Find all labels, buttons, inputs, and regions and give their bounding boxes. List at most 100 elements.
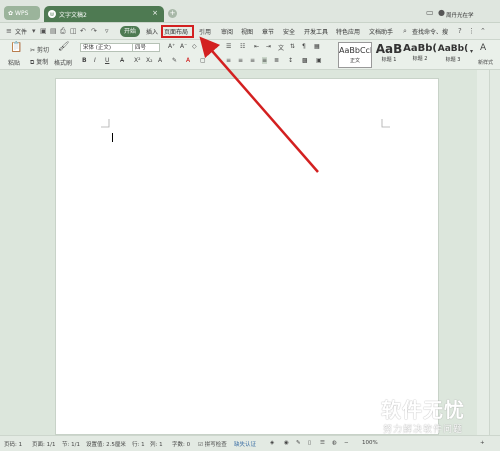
chinese-layout-icon[interactable]: 文 (278, 43, 284, 52)
font-color-icon[interactable]: A (186, 57, 190, 64)
close-tab-icon[interactable]: × (152, 9, 158, 17)
styles-more-icon[interactable]: ▾ (470, 48, 473, 55)
menu-file[interactable]: 文件 (15, 27, 27, 36)
redo-icon[interactable]: ↷ (91, 27, 97, 35)
search-icon[interactable]: ⌕ (403, 27, 407, 36)
certification-link[interactable]: 缺失认证 (234, 440, 256, 448)
clear-format-icon[interactable]: ◇ (192, 43, 197, 50)
paste-icon[interactable]: 📋 (10, 42, 22, 53)
status-column[interactable]: 列: 1 (150, 440, 163, 448)
shrink-font-icon[interactable]: A⁻ (180, 43, 187, 50)
export-pdf-icon[interactable]: ▤ (50, 27, 57, 35)
paste-button[interactable]: 粘贴 (8, 58, 20, 67)
save-icon[interactable]: ▣ (40, 27, 47, 35)
eye-protect-icon[interactable]: ◉ (284, 440, 289, 446)
sort-icon[interactable]: ⇅ (290, 43, 295, 50)
customize-icon[interactable]: ▿ (105, 27, 109, 35)
status-setting-value[interactable]: 设置值: 2.5厘米 (86, 440, 126, 448)
status-row[interactable]: 行: 1 (132, 440, 145, 448)
tab-review[interactable]: 审阅 (221, 27, 233, 36)
distribute-icon[interactable]: ≣ (274, 57, 279, 64)
spell-check-toggle[interactable]: ☑ 拼写检查 (198, 440, 227, 448)
strikethrough-icon[interactable]: A̶ (120, 57, 124, 64)
bullet-list-icon[interactable]: ☰ (226, 43, 231, 50)
zoom-out-icon[interactable]: − (344, 440, 349, 446)
page-layout-highlight-box (161, 25, 194, 38)
user-name[interactable]: 周丹光在学 (446, 11, 474, 19)
print-icon[interactable]: ⎙ (60, 27, 66, 36)
font-size-select[interactable]: 四号 (132, 43, 160, 52)
format-painter-icon[interactable]: 🖌 (58, 42, 69, 52)
new-style-icon[interactable]: A (480, 43, 486, 53)
zoom-level[interactable]: 100% (362, 440, 378, 446)
pinyin-icon[interactable]: 文 (205, 43, 211, 52)
add-tab-button[interactable]: + (168, 9, 177, 18)
highlight-icon[interactable]: ✎ (172, 57, 177, 64)
collapse-ribbon-icon[interactable]: ⌃ (480, 27, 486, 35)
style-heading-2[interactable]: AaBb( 标题 2 (403, 42, 437, 68)
subscript-icon[interactable]: X₂ (146, 57, 153, 64)
help-icon[interactable]: ? (458, 27, 462, 35)
line-spacing-icon[interactable]: ↕ (288, 57, 293, 64)
tab-insert[interactable]: 插入 (146, 27, 158, 36)
task-pane-strip (477, 70, 489, 435)
status-section[interactable]: 节: 1/1 (62, 440, 80, 448)
page-view-icon[interactable]: ▯ (308, 440, 311, 446)
tab-start[interactable]: 开始 (120, 26, 140, 37)
align-center-icon[interactable]: ≡ (238, 57, 243, 64)
avatar[interactable]: ● (438, 8, 445, 17)
tab-section[interactable]: 章节 (262, 27, 274, 36)
wps-home-tab[interactable]: ✿ WPS (4, 6, 40, 20)
tab-security[interactable]: 安全 (283, 27, 295, 36)
cut-button[interactable]: ✂ 剪切 (30, 45, 49, 54)
outline-view-icon[interactable]: ☰ (320, 440, 325, 446)
document-page[interactable] (55, 78, 439, 435)
superscript-icon[interactable]: X² (134, 57, 141, 64)
vertical-scrollbar[interactable] (489, 70, 500, 435)
tab-dev-tools[interactable]: 开发工具 (304, 27, 328, 36)
tab-doc-helper[interactable]: 文档助手 (369, 27, 393, 36)
text-effect-icon[interactable]: A (158, 57, 162, 64)
increase-indent-icon[interactable]: ⇥ (266, 43, 271, 50)
char-border-icon[interactable]: ▢ (200, 57, 206, 64)
status-page-number[interactable]: 页码: 1 (4, 440, 22, 448)
checkbox-icon: ☑ (198, 442, 203, 448)
decrease-indent-icon[interactable]: ⇤ (254, 43, 259, 50)
bold-icon[interactable]: B (82, 57, 87, 64)
tab-list-icon[interactable]: ▭ (426, 8, 434, 17)
tab-special-apps[interactable]: 特色应用 (336, 27, 360, 36)
zoom-in-icon[interactable]: + (480, 440, 485, 446)
style-heading-1[interactable]: AaB 标题 1 (372, 42, 406, 68)
format-painter-button[interactable]: 格式刷 (54, 58, 72, 67)
pen-icon[interactable]: ✎ (296, 440, 301, 446)
web-view-icon[interactable]: ◍ (332, 440, 337, 446)
hamburger-icon[interactable]: ≡ (6, 27, 12, 35)
style-normal[interactable]: AaBbCcDd 正文 (338, 42, 372, 68)
tab-references[interactable]: 引用 (199, 27, 211, 36)
shading-icon[interactable]: ▩ (302, 57, 308, 64)
print-preview-icon[interactable]: ◫ (70, 27, 77, 35)
justify-icon[interactable]: ≡ (262, 57, 268, 64)
document-tab[interactable]: W 文字文稿2 × (44, 6, 164, 22)
grow-font-icon[interactable]: A⁺ (168, 43, 175, 50)
border-icon[interactable]: ▣ (316, 57, 322, 64)
protect-icon[interactable]: ◈ (270, 440, 274, 446)
scissors-icon: ✂ (30, 47, 36, 54)
align-left-icon[interactable]: ≡ (226, 57, 231, 64)
italic-icon[interactable]: I (94, 57, 96, 64)
status-word-count[interactable]: 字数: 0 (172, 440, 190, 448)
more-icon[interactable]: ⋮ (468, 27, 475, 35)
tab-view[interactable]: 视图 (241, 27, 253, 36)
borders-icon[interactable]: ▦ (314, 43, 320, 50)
search-commands[interactable]: 查找命令、搜 (412, 27, 448, 36)
show-marks-icon[interactable]: ¶ (302, 43, 306, 50)
ribbon-toolbar: 📋 粘贴 ✂ 剪切 ⧉ 复制 🖌 格式刷 宋体 (正文) 四号 A⁺ A⁻ ◇ … (0, 40, 500, 70)
numbered-list-icon[interactable]: ☷ (240, 43, 245, 50)
status-page[interactable]: 页面: 1/1 (32, 440, 55, 448)
undo-icon[interactable]: ↶ (80, 27, 86, 35)
copy-button[interactable]: ⧉ 复制 (30, 57, 48, 67)
underline-icon[interactable]: U (105, 57, 109, 64)
align-right-icon[interactable]: ≡ (250, 57, 255, 64)
new-style-button[interactable]: 新样式 (478, 59, 493, 66)
style-heading-3[interactable]: AaBb( 标题 3 (436, 42, 470, 68)
